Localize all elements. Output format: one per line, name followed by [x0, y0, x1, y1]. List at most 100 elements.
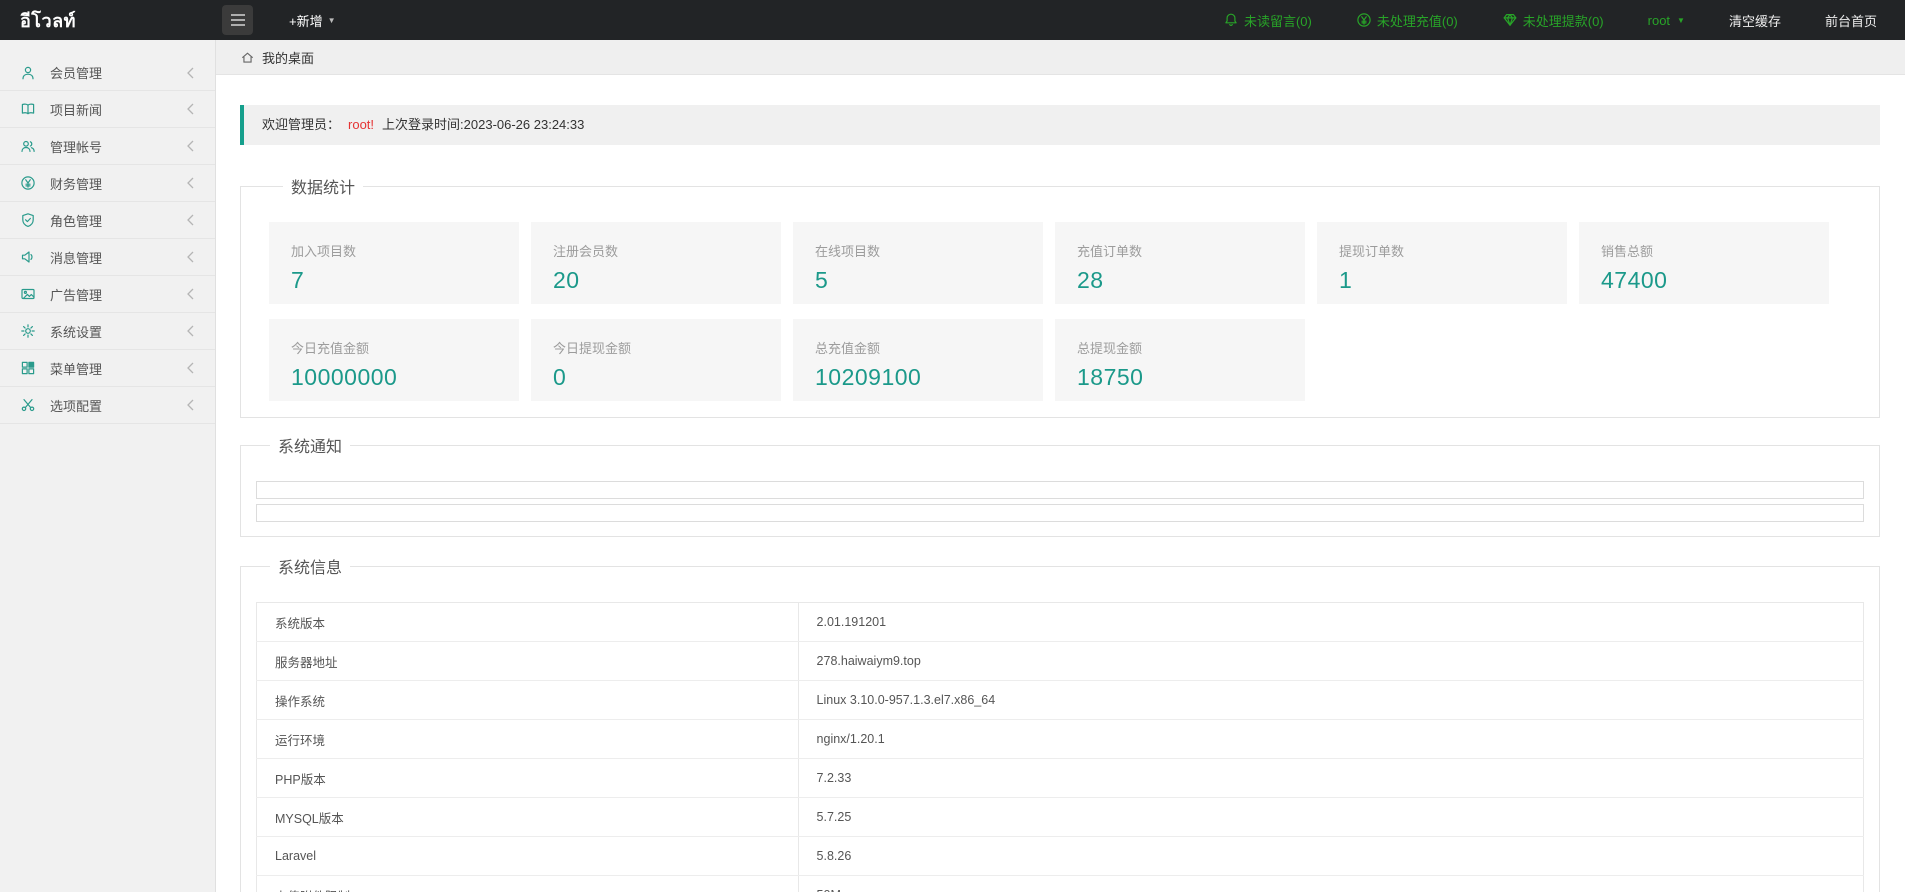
- sysinfo-row-value: nginx/1.20.1: [798, 719, 1864, 759]
- topbar-link-label: 清空缓存: [1728, 13, 1781, 29]
- sysinfo-row-value: 278.haiwaiym9.top: [798, 641, 1864, 681]
- sidebar-item-label: 会员管理: [50, 66, 103, 81]
- sysinfo-row-label: 系统版本: [256, 602, 799, 642]
- topbar-link[interactable]: root ▼: [1648, 13, 1685, 28]
- sidebar-item-label: 消息管理: [50, 250, 103, 266]
- notice-row: [256, 504, 1864, 522]
- sysinfo-section: 系统信息 系统版本 2.01.191201 服务器地址 278.haiwaiym9.t…: [240, 554, 1880, 892]
- sidebar: 会员管理项目新闻管理帐号财务管理角色管理消息管理广告管理 系统设置 菜单管理选项配置: [0, 40, 216, 892]
- sysinfo-row: Laravel 5.8.26: [256, 836, 1864, 876]
- stat-card: 总充值金额 10209100: [793, 319, 1043, 401]
- sidebar-item-5[interactable]: 角色管理: [0, 202, 215, 239]
- scissors-icon: [20, 397, 37, 413]
- sidebar-item-3[interactable]: 管理帐号: [0, 128, 215, 165]
- sysinfo-row-value: Linux 3.10.0-957.1.3.el7.x86_64: [798, 680, 1864, 720]
- chevron-left-icon: [186, 362, 195, 374]
- sysinfo-row-label: 操作系统: [256, 680, 799, 720]
- topbar: อีโวลท์ +新增 ▼ 未读留言(0) 未处理充值(0) 未处理提款(0) roo…: [0, 0, 1905, 40]
- stat-card-label: 今日充值金额: [291, 341, 370, 356]
- sysinfo-row-value: 50M: [798, 875, 1864, 892]
- stat-card: 提现订单数 1: [1317, 222, 1567, 304]
- caret-down-icon: ▼: [327, 15, 336, 25]
- sysinfo-row: 运行环境 nginx/1.20.1: [256, 719, 1864, 759]
- sidebar-item-label: 角色管理: [50, 213, 103, 229]
- stat-card-label: 注册会员数: [553, 244, 619, 259]
- page-body: 欢迎管理员： root! 上次登录时间:2023-06-26 23:24:33 数据…: [216, 75, 1905, 892]
- stat-card: 今日提现金额 0: [531, 319, 781, 401]
- sidebar-item-label: 管理帐号: [50, 139, 103, 155]
- stat-card-value: 47400: [1601, 267, 1668, 293]
- users-icon: [20, 138, 37, 154]
- stats-section: 数据统计 加入项目数 7 注册会员数 20 在线项目数 5 充值订单数 28 提现订单数 1 销售总…: [240, 174, 1880, 418]
- welcome-alert: 欢迎管理员： root! 上次登录时间:2023-06-26 23:24:33: [240, 105, 1880, 145]
- sysinfo-row-label: 运行环境: [256, 719, 799, 759]
- welcome-lastlogin: 上次登录时间:2023-06-26 23:24:33: [382, 117, 585, 132]
- sidebar-item-8[interactable]: 系统设置: [0, 313, 215, 350]
- content-area: 我的桌面 欢迎管理员： root! 上次登录时间:2023-06-26 23:24:…: [216, 40, 1905, 892]
- stat-card: 销售总额 47400: [1579, 222, 1829, 304]
- topbar-link-label: 前台首页: [1824, 13, 1877, 29]
- sidebar-item-10[interactable]: 选项配置: [0, 387, 215, 424]
- app-logo: อีโวลท์: [20, 10, 76, 31]
- stat-card-value: 20: [553, 267, 580, 293]
- sysinfo-row: 上传附件限制50M: [256, 875, 1864, 892]
- stat-card-label: 在线项目数: [815, 244, 881, 259]
- topbar-link[interactable]: 前台首页: [1825, 11, 1877, 30]
- chevron-left-icon: [186, 103, 195, 115]
- stat-card-value: 7: [291, 267, 305, 293]
- image-icon: [20, 286, 37, 302]
- chevron-left-icon: [186, 67, 195, 79]
- caret-down-icon: ▼: [1677, 15, 1685, 25]
- sidebar-item-6[interactable]: 消息管理: [0, 239, 215, 276]
- bell-icon: [1223, 12, 1239, 28]
- chevron-left-icon: [186, 325, 195, 337]
- sysinfo-section-title: 系统信息: [278, 560, 343, 577]
- topbar-link[interactable]: 未处理提款(0): [1502, 11, 1604, 30]
- user-icon: [20, 65, 37, 81]
- home-icon: [240, 50, 255, 65]
- sidebar-item-2[interactable]: 项目新闻: [0, 91, 215, 128]
- stat-card-value: 1: [1339, 267, 1353, 293]
- add-new-button[interactable]: +新增 ▼: [289, 11, 336, 30]
- sysinfo-row-label: 上传附件限制: [256, 875, 799, 892]
- hamburger-icon: [230, 13, 246, 27]
- sysinfo-row: 服务器地址 278.haiwaiym9.top: [256, 641, 1864, 681]
- stat-card-label: 加入项目数: [291, 244, 357, 259]
- sidebar-item-7[interactable]: 广告管理: [0, 276, 215, 313]
- stat-card-label: 总充值金额: [815, 341, 881, 356]
- sysinfo-row-label: Laravel: [256, 836, 799, 876]
- stat-card: 加入项目数 7: [269, 222, 519, 304]
- stat-card-value: 10000000: [291, 364, 398, 390]
- topbar-link[interactable]: 未处理充值(0): [1356, 11, 1458, 30]
- stat-card: 今日充值金额 10000000: [269, 319, 519, 401]
- sysinfo-row-label: 服务器地址: [256, 641, 799, 681]
- book-icon: [20, 101, 37, 117]
- topbar-links: 未读留言(0) 未处理充值(0) 未处理提款(0) root ▼ 清空缓存 前台首页: [1223, 11, 1905, 30]
- chevron-left-icon: [186, 214, 195, 226]
- gear-icon: [20, 323, 37, 339]
- sysinfo-row: 操作系统 Linux 3.10.0-957.1.3.el7.x86_64: [256, 680, 1864, 720]
- stat-card-value: 18750: [1077, 364, 1144, 390]
- sidebar-item-label: 选项配置: [50, 398, 103, 414]
- add-new-label: +新增: [289, 13, 323, 29]
- sidebar-item-1[interactable]: 会员管理: [0, 54, 215, 91]
- notice-list: [256, 481, 1864, 522]
- stat-card-label: 提现订单数: [1339, 244, 1405, 259]
- stat-card: 注册会员数 20: [531, 222, 781, 304]
- stat-card-label: 总提现金额: [1077, 341, 1143, 356]
- chevron-left-icon: [186, 288, 195, 300]
- stat-card-value: 10209100: [815, 364, 922, 390]
- sidebar-toggle-button[interactable]: [222, 5, 253, 35]
- sidebar-item-label: 财务管理: [50, 176, 103, 192]
- sidebar-item-4[interactable]: 财务管理: [0, 165, 215, 202]
- chevron-left-icon: [186, 140, 195, 152]
- welcome-prefix: 欢迎管理员：: [262, 117, 341, 132]
- sidebar-item-9[interactable]: 菜单管理: [0, 350, 215, 387]
- topbar-link-label: 未处理充值(0): [1376, 13, 1458, 29]
- stat-card: 总提现金额 18750: [1055, 319, 1305, 401]
- stat-card-label: 今日提现金额: [553, 341, 632, 356]
- sysinfo-row-value: 2.01.191201: [798, 602, 1864, 642]
- sysinfo-row-value: 5.7.25: [798, 797, 1864, 837]
- topbar-link[interactable]: 未读留言(0): [1223, 11, 1312, 30]
- topbar-link[interactable]: 清空缓存: [1729, 11, 1781, 30]
